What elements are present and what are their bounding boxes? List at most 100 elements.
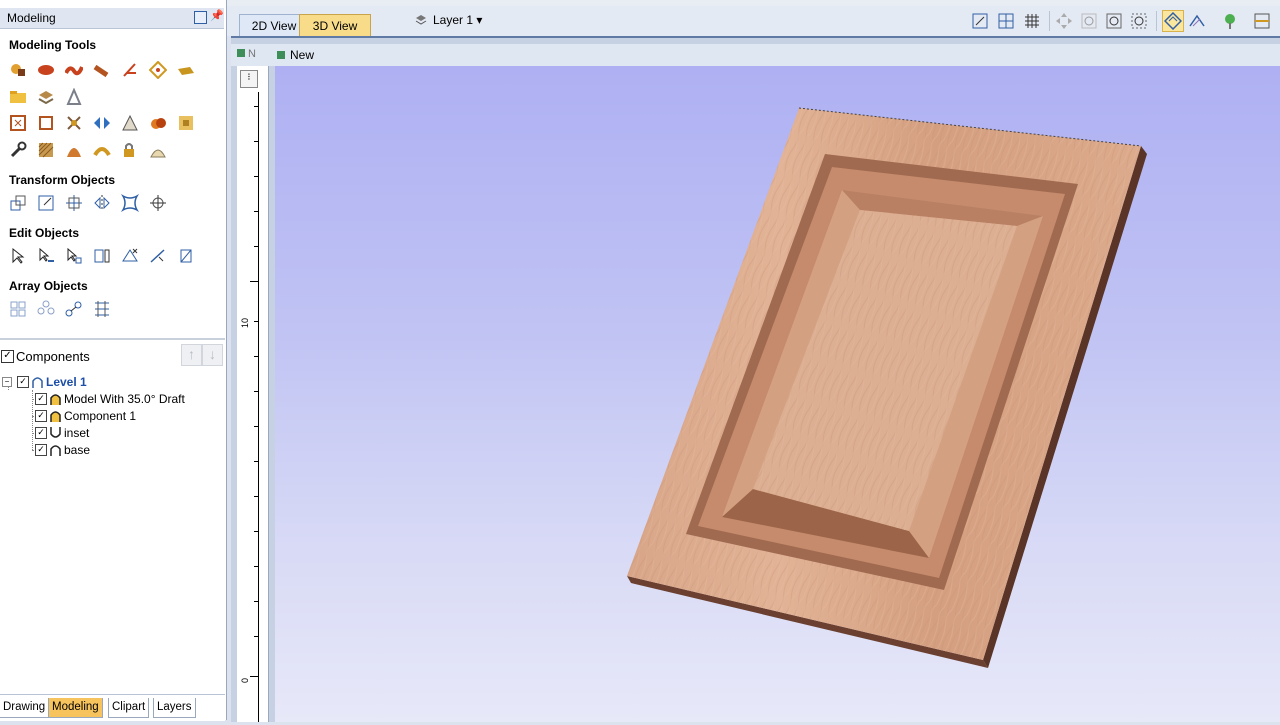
select-icon[interactable] — [8, 246, 28, 266]
sculpt-icon[interactable] — [120, 60, 140, 80]
tab-drawing[interactable]: Drawing — [0, 698, 50, 718]
align-icon[interactable] — [64, 193, 84, 213]
document-tab-partial[interactable]: N — [237, 48, 256, 60]
grid-icon[interactable] — [1022, 11, 1042, 31]
frame-icon[interactable] — [176, 113, 196, 133]
zoom-box-icon[interactable] — [1079, 11, 1099, 31]
ruler-label-10: 10 — [240, 317, 250, 328]
mirror-icon[interactable] — [92, 113, 112, 133]
panel-divider — [0, 338, 225, 340]
zoom-in-icon[interactable] — [1104, 11, 1124, 31]
scale-icon[interactable] — [36, 193, 56, 213]
panel-title: Modeling — [7, 11, 56, 25]
ruler-label-0: 0 — [240, 677, 250, 683]
layers-dome-icon[interactable] — [148, 140, 168, 160]
subtract-icon — [50, 427, 61, 438]
float-panel-icon[interactable] — [194, 11, 207, 24]
3d-viewport[interactable] — [275, 66, 1280, 722]
panel-tabs: Drawing Modeling Clipart Layers — [0, 694, 225, 721]
tree-item-model-with-draft[interactable]: ✓ Model With 35.0° Draft — [35, 391, 185, 407]
tab-clipart[interactable]: Clipart — [108, 698, 150, 718]
edit-tools-row — [8, 246, 196, 266]
node-edit-icon[interactable] — [36, 246, 56, 266]
zoom-out-icon[interactable] — [1129, 11, 1149, 31]
nesting-icon[interactable] — [92, 299, 112, 319]
merge-icon[interactable] — [64, 113, 84, 133]
tree-item-checkbox[interactable]: ✓ — [35, 444, 47, 456]
distort-icon[interactable] — [64, 87, 84, 107]
two-rail-sweep-icon[interactable] — [36, 60, 56, 80]
grid-array-icon[interactable] — [8, 299, 28, 319]
document-tab-new[interactable]: New — [277, 48, 314, 62]
panel-title-bar: Modeling 📌 — [0, 8, 224, 29]
document-tabs: N New — [231, 44, 1280, 66]
interactive-trim-icon[interactable] — [92, 246, 112, 266]
spheres-icon[interactable] — [148, 113, 168, 133]
modeling-tools-row-3 — [8, 113, 196, 133]
distort-object-icon[interactable] — [120, 193, 140, 213]
wrench-icon[interactable] — [8, 140, 28, 160]
texture-icon[interactable] — [36, 140, 56, 160]
pan-icon[interactable] — [1054, 11, 1074, 31]
tree-item-label: Model With 35.0° Draft — [64, 392, 185, 406]
arch-icon[interactable] — [92, 140, 112, 160]
toolpath-preview-icon[interactable] — [1187, 11, 1207, 31]
tree-item-checkbox[interactable]: ✓ — [17, 376, 29, 388]
extrude-weave-icon[interactable] — [64, 60, 84, 80]
flat-plane-icon[interactable] — [176, 60, 196, 80]
measure-icon[interactable] — [148, 246, 168, 266]
move-up-button[interactable]: ↑ — [181, 344, 202, 366]
tab-3d-view[interactable]: 3D View — [299, 14, 371, 37]
layout-icon[interactable] — [1252, 11, 1272, 31]
mirror-object-icon[interactable] — [92, 193, 112, 213]
toolbar-separator — [1156, 11, 1157, 31]
tree-item-component-1[interactable]: ✓ Component 1 — [35, 408, 136, 424]
document-icon — [277, 51, 285, 59]
component-icon — [50, 394, 61, 405]
folder-icon[interactable] — [8, 87, 28, 107]
shape-editor-icon[interactable] — [8, 60, 28, 80]
copy-along-vector-icon[interactable] — [64, 299, 84, 319]
document-tab-partial-label: N — [248, 48, 256, 60]
crosshair-icon[interactable] — [148, 193, 168, 213]
tree-light-icon[interactable] — [1220, 11, 1240, 31]
tree-item-base[interactable]: ✓ base — [35, 442, 90, 458]
collapse-toggle-icon[interactable]: − — [2, 377, 12, 387]
tree-item-inset[interactable]: ✓ inset — [35, 425, 89, 441]
document-tab-label: New — [290, 48, 315, 62]
slash-box-icon[interactable] — [176, 246, 196, 266]
tree-item-label: inset — [64, 426, 90, 440]
pin-icon[interactable]: 📌 — [210, 9, 224, 22]
tree-item-checkbox[interactable]: ✓ — [35, 410, 47, 422]
show-model-icon[interactable] — [1162, 10, 1184, 32]
move-icon[interactable] — [8, 193, 28, 213]
ruler-origin-icon[interactable]: ⁝ — [240, 70, 258, 88]
modeling-tools-row-4 — [8, 140, 168, 160]
modeling-tools-row-2 — [8, 87, 84, 107]
dome-icon[interactable] — [64, 140, 84, 160]
angled-extrusion-icon[interactable] — [148, 60, 168, 80]
tree-item-label: Component 1 — [64, 409, 137, 423]
layer-dropdown[interactable]: Layer 1 ▾ — [433, 13, 482, 27]
tree-item-checkbox[interactable]: ✓ — [35, 393, 47, 405]
tree-item-level-1[interactable]: − ✓ Level 1 — [2, 374, 87, 390]
bounding-box-icon[interactable] — [8, 113, 28, 133]
create-shape-icon[interactable] — [92, 60, 112, 80]
zoom-extents-icon[interactable] — [970, 11, 990, 31]
tree-item-checkbox[interactable]: ✓ — [35, 427, 47, 439]
tab-modeling[interactable]: Modeling — [48, 698, 103, 718]
stack-icon[interactable] — [36, 87, 56, 107]
edit-objects-heading: Edit Objects — [9, 226, 80, 240]
components-checkbox[interactable]: ✓ — [1, 350, 14, 363]
cone-icon[interactable] — [120, 113, 140, 133]
components-title: Components — [16, 349, 90, 364]
square-icon[interactable] — [36, 113, 56, 133]
component-icon — [50, 445, 61, 456]
move-down-button[interactable]: ↓ — [202, 344, 223, 366]
tab-layers[interactable]: Layers — [153, 698, 196, 718]
snap-grid-icon[interactable] — [996, 11, 1016, 31]
delete-node-icon[interactable] — [120, 246, 140, 266]
transform-select-icon[interactable] — [64, 246, 84, 266]
lock-icon[interactable] — [120, 140, 140, 160]
circular-array-icon[interactable] — [36, 299, 56, 319]
